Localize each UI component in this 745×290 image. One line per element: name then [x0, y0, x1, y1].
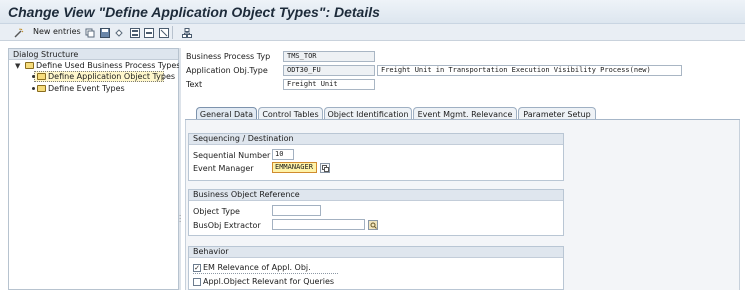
new-entries-button[interactable]: New entries: [33, 27, 81, 36]
panel-splitter[interactable]: [179, 48, 181, 290]
select-all-icon[interactable]: [129, 27, 140, 38]
business-process-typ-label: Business Process Typ: [186, 52, 271, 61]
business-object-reference-title: Business Object Reference: [189, 190, 563, 201]
save-icon[interactable]: [99, 27, 110, 38]
relevant-for-queries-label: Appl.Object Relevant for Queries: [203, 277, 335, 286]
busobj-extractor-label: BusObj Extractor: [193, 221, 261, 230]
text-field[interactable]: Freight Unit: [283, 79, 375, 90]
sequential-number-input[interactable]: 10: [272, 149, 294, 160]
sequential-number-label: Sequential Number: [193, 151, 271, 160]
application-obj-type-field: ODT30_FU: [283, 65, 375, 76]
folder-icon: [37, 85, 46, 92]
folder-icon: [25, 62, 34, 69]
em-relevance-checkbox[interactable]: ✓: [193, 264, 201, 272]
toolbar-separator: [172, 26, 173, 39]
tree-item-event-types[interactable]: Define Event Types: [48, 84, 125, 93]
splitter-grip-icon[interactable]: · · ·: [179, 213, 181, 226]
wand-icon[interactable]: [13, 27, 24, 38]
dialog-structure-title: Dialog Structure: [13, 50, 79, 59]
expand-arrow-icon[interactable]: ▼: [15, 62, 20, 70]
search-help-icon[interactable]: [368, 220, 378, 230]
event-manager-label: Event Manager: [193, 164, 254, 173]
select-block-icon[interactable]: [143, 27, 154, 38]
application-toolbar: [0, 24, 745, 41]
tree-item-used-business-process-types[interactable]: Define Used Business Process Types: [36, 61, 180, 70]
busobj-extractor-input[interactable]: [272, 219, 365, 230]
application-obj-type-description[interactable]: Freight Unit in Transportation Execution…: [377, 65, 682, 76]
application-obj-type-label: Application Obj.Type: [186, 66, 268, 75]
deselect-icon[interactable]: [158, 27, 169, 38]
object-type-input[interactable]: [272, 205, 321, 216]
behavior-title: Behavior: [189, 247, 563, 258]
checkbox-underline: [193, 273, 338, 274]
sequencing-destination-title: Sequencing / Destination: [189, 134, 563, 145]
relevant-for-queries-checkbox[interactable]: [193, 278, 201, 286]
value-help-icon[interactable]: [320, 163, 330, 173]
structure-icon[interactable]: [181, 27, 192, 38]
folder-open-icon: [37, 73, 46, 80]
event-manager-input[interactable]: EMMANAGER: [272, 162, 317, 173]
tree-bullet-icon: [32, 75, 35, 78]
copy-icon[interactable]: [84, 27, 95, 38]
tree-item-application-object-types[interactable]: Define Application Object Types: [48, 72, 175, 81]
undo-icon[interactable]: [113, 27, 124, 38]
em-relevance-label: EM Relevance of Appl. Obj.: [203, 263, 311, 272]
window-title: Change View "Define Application Object T…: [8, 4, 380, 20]
business-process-typ-field: TMS_TOR: [283, 51, 375, 62]
text-label: Text: [186, 80, 203, 89]
object-type-label: Object Type: [193, 207, 240, 216]
tree-bullet-icon: [32, 87, 35, 90]
